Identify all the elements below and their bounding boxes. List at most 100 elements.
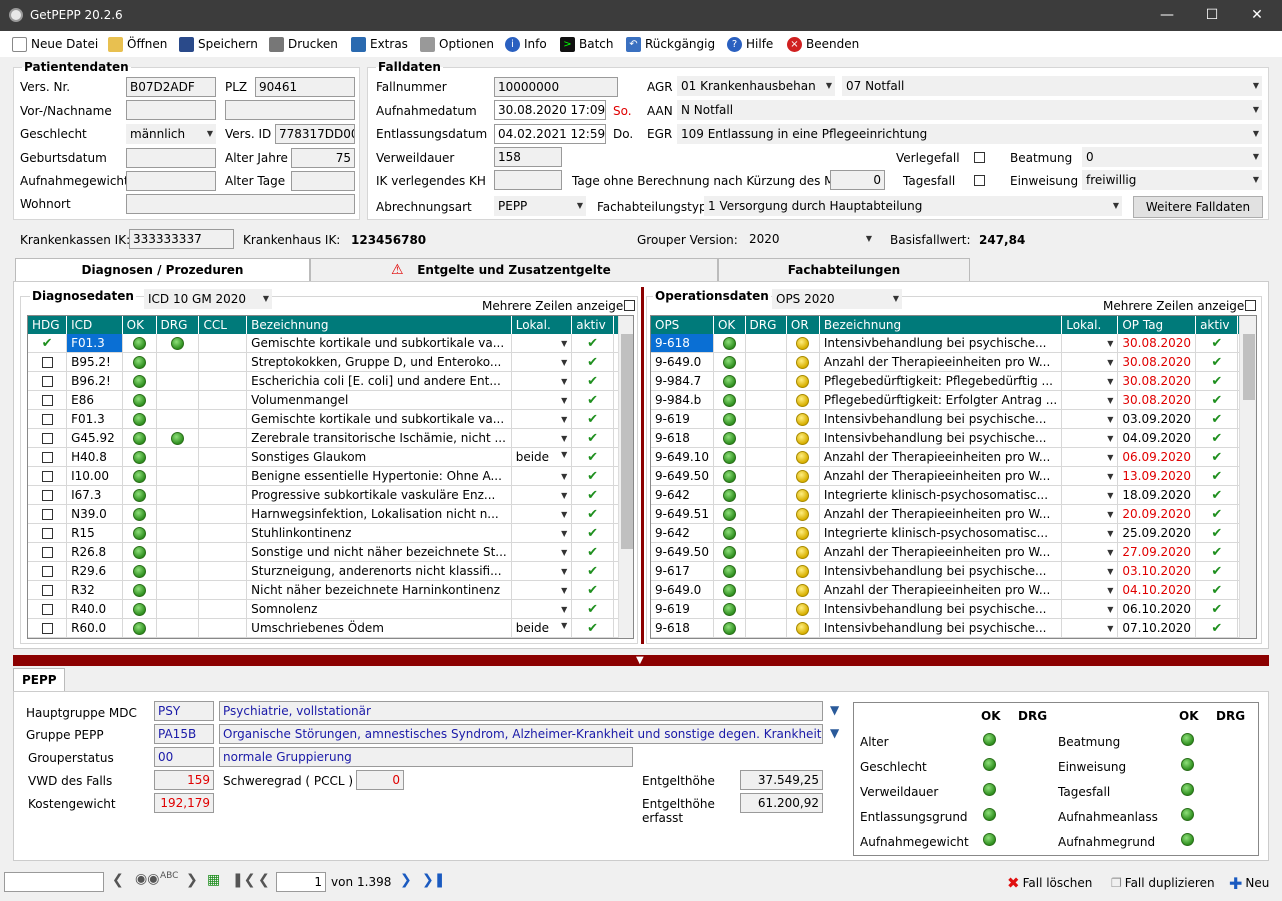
diag-scroll-thumb[interactable]: [621, 334, 633, 549]
chevron-down-icon[interactable]: ▼: [561, 529, 567, 538]
active-check-icon[interactable]: ✔: [1211, 526, 1222, 541]
icd-cell[interactable]: F01.3: [66, 409, 123, 429]
pepp-group-code-field[interactable]: PA15B: [154, 724, 214, 744]
diag-header-6[interactable]: Lokal.: [511, 316, 573, 334]
table-row[interactable]: 9-618 Intensivbehandlung bei psychische..…: [651, 428, 1256, 448]
active-check-icon[interactable]: ✔: [1211, 374, 1222, 389]
localization-cell[interactable]: ▼: [1061, 542, 1119, 562]
hdg-cell[interactable]: [28, 390, 68, 410]
icd-cell[interactable]: G45.92: [66, 428, 123, 448]
active-cell[interactable]: ✔: [1195, 542, 1239, 562]
chevron-down-icon[interactable]: ▼: [1107, 491, 1113, 500]
residence-field[interactable]: [126, 194, 355, 214]
pepp-group-text-field[interactable]: Organische Störungen, amnestisches Syndr…: [219, 724, 823, 744]
op-date-cell[interactable]: 30.08.2020: [1117, 334, 1197, 353]
active-check-icon[interactable]: ✔: [1211, 450, 1222, 465]
save-button[interactable]: Speichern: [179, 35, 258, 53]
ops-header-0[interactable]: OPS: [651, 316, 714, 334]
active-cell[interactable]: ✔: [1195, 561, 1239, 581]
hdg-cell[interactable]: [28, 428, 68, 448]
active-cell[interactable]: ✔: [1195, 390, 1239, 410]
active-cell[interactable]: ✔: [571, 371, 614, 391]
localization-cell[interactable]: ▼: [1061, 447, 1119, 467]
extras-button[interactable]: Extras: [351, 35, 408, 53]
active-cell[interactable]: ✔: [1195, 580, 1239, 600]
op-date-cell[interactable]: 04.10.2020: [1117, 580, 1197, 600]
main-diagnosis-checkbox[interactable]: [41, 357, 53, 368]
localization-cell[interactable]: ▼: [511, 599, 573, 619]
main-diagnosis-checkbox[interactable]: [41, 566, 53, 577]
tab-diagnoses[interactable]: Diagnosen / Prozeduren: [15, 258, 310, 282]
hdg-cell[interactable]: [28, 618, 68, 638]
grid-add-icon[interactable]: ▦: [207, 872, 220, 888]
active-cell[interactable]: ✔: [1195, 618, 1239, 638]
info-button[interactable]: i Info: [505, 35, 547, 53]
localization-cell[interactable]: ▼: [511, 561, 573, 581]
hdg-cell[interactable]: [28, 523, 68, 543]
ops-code-cell[interactable]: 9-619: [651, 637, 714, 638]
hdg-cell[interactable]: [28, 352, 68, 372]
ops-code-cell[interactable]: 9-649.50: [651, 466, 714, 486]
ik-transfer-field[interactable]: [494, 170, 562, 190]
ops-multi-checkbox[interactable]: [1245, 300, 1256, 311]
table-row[interactable]: B96.2! Escherichia coli [E. coli] und and…: [28, 371, 633, 391]
active-check-icon[interactable]: ✔: [587, 431, 598, 446]
vwd-field[interactable]: 159: [154, 770, 214, 790]
hdg-cell[interactable]: [28, 371, 68, 391]
description-cell[interactable]: Intensivbehandlung bei psychische...: [819, 409, 1063, 429]
active-check-icon[interactable]: ✔: [1211, 469, 1222, 484]
main-diagnosis-checkbox[interactable]: [41, 414, 53, 425]
chevron-down-icon[interactable]: ▼: [561, 415, 567, 424]
icd-cell[interactable]: R15: [66, 523, 123, 543]
case-number-field[interactable]: 10000000: [494, 77, 618, 97]
diag-header-5[interactable]: Bezeichnung: [246, 316, 512, 334]
diag-header-0[interactable]: HDG: [28, 316, 68, 334]
op-date-cell[interactable]: 30.08.2020: [1117, 390, 1197, 410]
duplicate-case-button[interactable]: ❐ Fall duplizieren: [1111, 874, 1215, 892]
billing-select[interactable]: PEPP ▼: [494, 196, 586, 216]
hdg-cell[interactable]: [28, 542, 68, 562]
icd-cell[interactable]: B95.2!: [66, 352, 123, 372]
icd-cell[interactable]: N39.0: [66, 504, 123, 524]
hdg-cell[interactable]: [28, 485, 68, 505]
spellcheck-icon[interactable]: ABC: [160, 871, 178, 881]
active-cell[interactable]: ✔: [571, 542, 614, 562]
description-cell[interactable]: Anzahl der Therapieeinheiten pro W...: [819, 466, 1063, 486]
localization-cell[interactable]: ▼: [1061, 409, 1119, 429]
chevron-down-icon[interactable]: ▼: [561, 339, 567, 348]
print-button[interactable]: Drucken: [269, 35, 338, 53]
active-check-icon[interactable]: ✔: [1211, 431, 1222, 446]
ops-code-cell[interactable]: 9-649.51: [651, 504, 714, 524]
active-check-icon[interactable]: ✔: [1211, 393, 1222, 408]
chevron-down-icon[interactable]: ▼: [561, 567, 567, 576]
localization-cell[interactable]: ▼: [1061, 352, 1119, 372]
icd-cell[interactable]: H40.8: [66, 447, 123, 467]
active-cell[interactable]: ✔: [571, 466, 614, 486]
days-without-field[interactable]: 0: [830, 170, 885, 190]
description-cell[interactable]: Intensivbehandlung bei psychische...: [819, 334, 1063, 353]
table-row[interactable]: F01.3 Gemischte kortikale und subkortikal…: [28, 409, 633, 429]
localization-cell[interactable]: ▼: [511, 637, 573, 638]
localization-cell[interactable]: ▼: [511, 409, 573, 429]
active-check-icon[interactable]: ✔: [1211, 545, 1222, 560]
description-cell[interactable]: Escherichia coli [E. coli] und andere En…: [246, 371, 512, 391]
active-check-icon[interactable]: ✔: [1211, 488, 1222, 503]
table-row[interactable]: I67.3 Progressive subkortikale vaskuläre …: [28, 485, 633, 505]
main-diagnosis-checkbox[interactable]: [41, 471, 53, 482]
localization-cell[interactable]: ▼: [511, 390, 573, 410]
hdg-cell[interactable]: [28, 580, 68, 600]
table-row[interactable]: R40.0Somnolenz▼✔✖: [28, 599, 633, 619]
ops-scrollbar[interactable]: [1239, 316, 1256, 638]
ops-code-cell[interactable]: 9-649.0: [651, 580, 714, 600]
chevron-down-icon[interactable]: ▼: [561, 358, 567, 367]
chevron-down-icon[interactable]: ▼: [1107, 510, 1113, 519]
dept-type-select[interactable]: 1 Versorgung durch Hauptabteilung ▼: [704, 196, 1122, 216]
next-page-icon[interactable]: ❯: [400, 872, 412, 888]
active-cell[interactable]: ✔: [571, 485, 614, 505]
description-cell[interactable]: Streptokokken, Gruppe D, und Enteroko...: [246, 352, 512, 372]
grouper-status-text-field[interactable]: normale Gruppierung: [219, 747, 633, 767]
localization-cell[interactable]: ▼: [511, 371, 573, 391]
active-cell[interactable]: ✔: [571, 504, 614, 524]
undo-button[interactable]: ↶ Rückgängig: [626, 35, 715, 53]
main-diagnosis-check-icon[interactable]: ✔: [42, 336, 53, 351]
